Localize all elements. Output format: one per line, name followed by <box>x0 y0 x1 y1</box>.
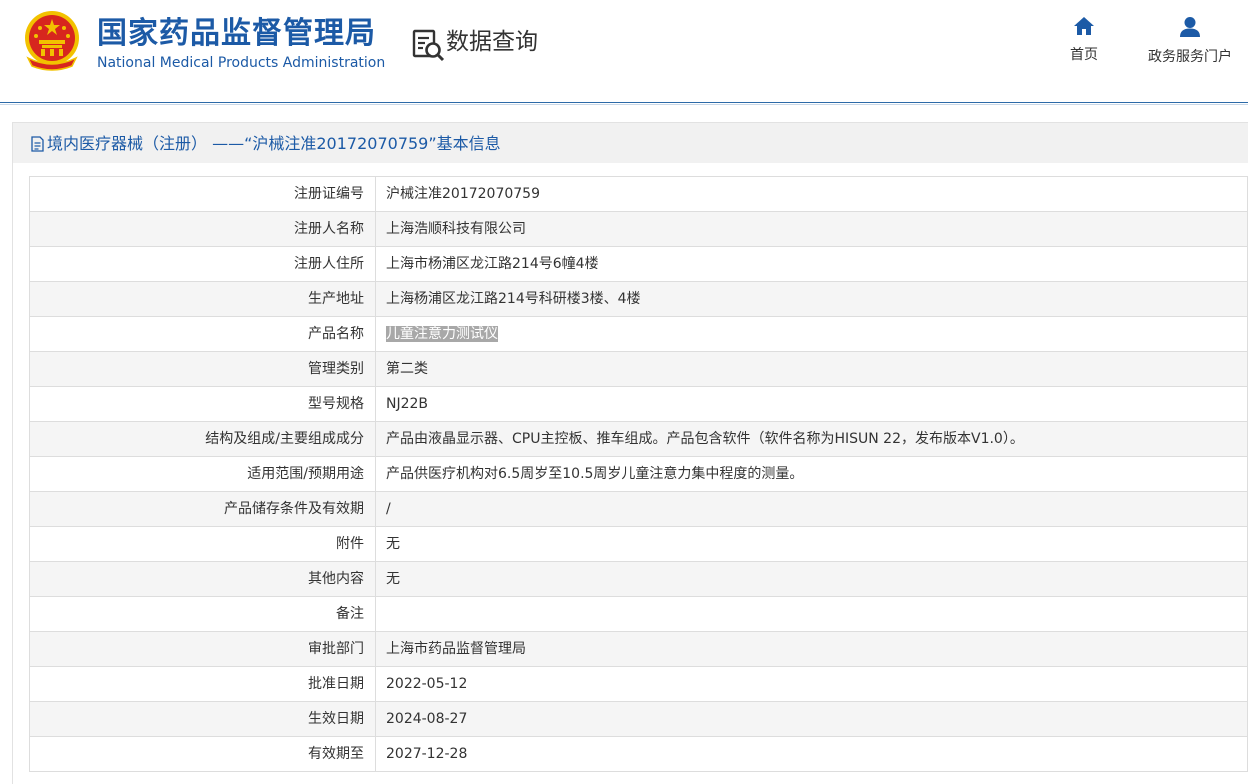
field-value: 2024-08-27 <box>375 701 1248 737</box>
document-icon <box>31 136 44 152</box>
field-label: 注册证编号 <box>29 176 376 212</box>
panel-title: 境内医疗器械（注册） ——“沪械注准20172070759”基本信息 <box>47 134 501 153</box>
field-value: / <box>375 491 1248 527</box>
field-value: 上海杨浦区龙江路214号科研楼3楼、4楼 <box>375 281 1248 317</box>
selected-product-name[interactable]: 儿童注意力测试仪 <box>386 326 498 342</box>
field-label: 其他内容 <box>29 561 376 597</box>
nav-home-link[interactable]: 首页 <box>1062 16 1106 64</box>
field-label: 注册人名称 <box>29 211 376 247</box>
field-label: 型号规格 <box>29 386 376 422</box>
header-divider <box>0 102 1248 103</box>
user-icon <box>1180 17 1200 37</box>
field-label: 生效日期 <box>29 701 376 737</box>
field-value: 产品供医疗机构对6.5周岁至10.5周岁儿童注意力集中程度的测量。 <box>375 456 1248 492</box>
org-name-en: National Medical Products Administration <box>97 55 386 71</box>
field-label: 注册人住所 <box>29 246 376 282</box>
data-query-icon <box>412 29 445 62</box>
nav-portal-label: 政务服务门户 <box>1148 49 1232 65</box>
field-label: 管理类别 <box>29 351 376 387</box>
field-value: 上海浩顺科技有限公司 <box>375 211 1248 247</box>
field-value: 2022-05-12 <box>375 666 1248 702</box>
nav-home-label: 首页 <box>1070 47 1098 63</box>
table-row: 附件 无 <box>29 526 1248 562</box>
table-row: 审批部门 上海市药品监督管理局 <box>29 631 1248 667</box>
field-label: 有效期至 <box>29 736 376 772</box>
device-info-table: 注册证编号 沪械注准20172070759 注册人名称 上海浩顺科技有限公司 注… <box>29 176 1248 772</box>
field-value <box>375 596 1248 632</box>
field-value: 无 <box>375 526 1248 562</box>
table-row: 注册人住所 上海市杨浦区龙江路214号6幢4楼 <box>29 246 1248 282</box>
field-label: 审批部门 <box>29 631 376 667</box>
table-row: 结构及组成/主要组成成分 产品由液晶显示器、CPU主控板、推车组成。产品包含软件… <box>29 421 1248 457</box>
field-value: NJ22B <box>375 386 1248 422</box>
field-label: 产品名称 <box>29 316 376 352</box>
field-value: 2027-12-28 <box>375 736 1248 772</box>
table-row: 产品储存条件及有效期 / <box>29 491 1248 527</box>
table-row: 适用范围/预期用途 产品供医疗机构对6.5周岁至10.5周岁儿童注意力集中程度的… <box>29 456 1248 492</box>
field-label: 适用范围/预期用途 <box>29 456 376 492</box>
table-row: 批准日期 2022-05-12 <box>29 666 1248 702</box>
nav-service-portal-link[interactable]: 政务服务门户 <box>1140 16 1240 66</box>
panel-header: 境内医疗器械（注册） ——“沪械注准20172070759”基本信息 <box>13 123 1248 163</box>
table-row: 型号规格 NJ22B <box>29 386 1248 422</box>
field-value: 上海市杨浦区龙江路214号6幢4楼 <box>375 246 1248 282</box>
field-label: 附件 <box>29 526 376 562</box>
field-label: 产品储存条件及有效期 <box>29 491 376 527</box>
field-value: 上海市药品监督管理局 <box>375 631 1248 667</box>
table-row: 管理类别 第二类 <box>29 351 1248 387</box>
table-row: 其他内容 无 <box>29 561 1248 597</box>
table-row: 备注 <box>29 596 1248 632</box>
national-emblem-icon <box>25 11 79 71</box>
field-value: 儿童注意力测试仪 <box>375 316 1248 352</box>
field-value: 沪械注准20172070759 <box>375 176 1248 212</box>
table-row: 产品名称 儿童注意力测试仪 <box>29 316 1248 352</box>
field-value: 产品由液晶显示器、CPU主控板、推车组成。产品包含软件（软件名称为HISUN 2… <box>375 421 1248 457</box>
home-icon <box>1074 17 1094 35</box>
field-label: 批准日期 <box>29 666 376 702</box>
table-row: 生效日期 2024-08-27 <box>29 701 1248 737</box>
field-label: 生产地址 <box>29 281 376 317</box>
header-divider-light <box>0 104 1248 105</box>
table-row: 生产地址 上海杨浦区龙江路214号科研楼3楼、4楼 <box>29 281 1248 317</box>
table-row: 有效期至 2027-12-28 <box>29 736 1248 772</box>
section-title: 数据查询 <box>446 29 538 55</box>
org-name-cn: 国家药品监督管理局 <box>97 16 376 51</box>
field-label: 结构及组成/主要组成成分 <box>29 421 376 457</box>
field-value: 第二类 <box>375 351 1248 387</box>
table-row: 注册证编号 沪械注准20172070759 <box>29 176 1248 212</box>
table-row: 注册人名称 上海浩顺科技有限公司 <box>29 211 1248 247</box>
site-header: 国家药品监督管理局 National Medical Products Admi… <box>0 0 1248 102</box>
field-value: 无 <box>375 561 1248 597</box>
field-label: 备注 <box>29 596 376 632</box>
